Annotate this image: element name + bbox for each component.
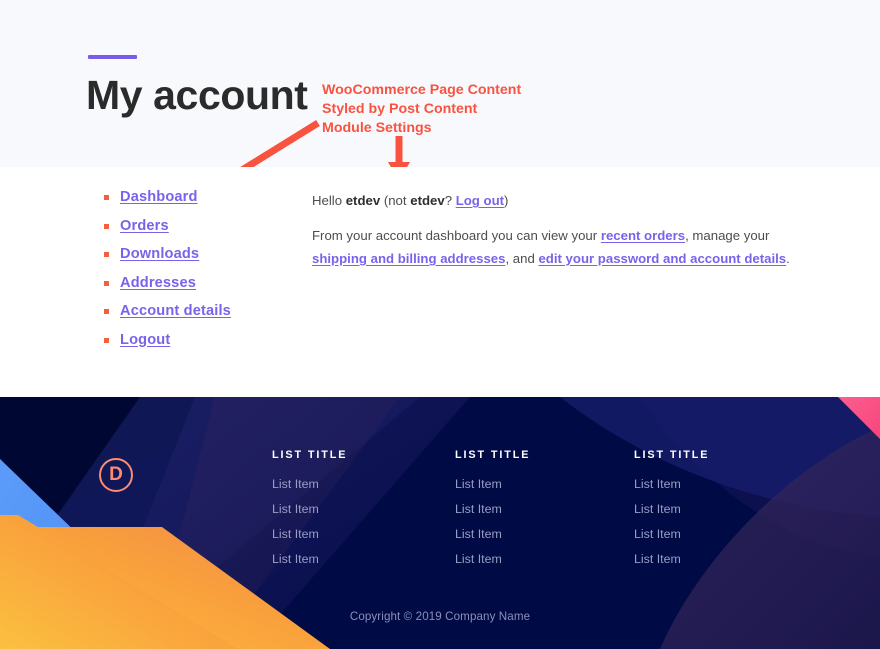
dashboard-description-paragraph: From your account dashboard you can view… [312, 224, 812, 270]
list-item: List Item [272, 525, 442, 543]
site-footer: D LIST TITLE List Item List Item List It… [0, 397, 880, 649]
list-item: Downloads [102, 246, 302, 262]
sidebar-item-downloads[interactable]: Downloads [120, 246, 199, 262]
footer-link[interactable]: List Item [455, 477, 502, 491]
account-nav-list: Dashboard Orders Downloads Addresses Acc… [102, 189, 302, 360]
greeting-username: etdev [345, 193, 381, 208]
dashboard-text-part3: , and [505, 251, 539, 266]
list-item: Orders [102, 218, 302, 234]
list-item: Account details [102, 303, 302, 319]
sidebar-item-orders[interactable]: Orders [120, 218, 169, 234]
list-item: List Item [272, 550, 442, 568]
page-title: My account [86, 72, 308, 118]
footer-link[interactable]: List Item [272, 527, 319, 541]
list-item: List Item [455, 500, 625, 518]
sidebar-item-logout[interactable]: Logout [120, 332, 170, 348]
greeting-paragraph: Hello etdev (not etdev? Log out) [312, 189, 812, 212]
footer-link[interactable]: List Item [634, 552, 681, 566]
list-item: List Item [455, 550, 625, 568]
shipping-billing-addresses-link[interactable]: shipping and billing addresses [312, 251, 505, 266]
footer-column-title: LIST TITLE [455, 449, 531, 461]
list-item: List Item [455, 525, 625, 543]
greeting-not-open: (not [380, 193, 411, 208]
list-item: List Item [272, 475, 442, 493]
dashboard-text-part2: , manage your [685, 228, 770, 243]
edit-password-account-details-link[interactable]: edit your password and account details [538, 251, 786, 266]
annotation-callout-text: WooCommerce Page Content Styled by Post … [322, 81, 521, 138]
greeting-username-alt: etdev [410, 193, 445, 208]
annotation-line-2: Styled by Post Content [322, 101, 478, 117]
list-item: List Item [634, 475, 804, 493]
list-item: Dashboard [102, 189, 302, 205]
footer-link-list: List Item List Item List Item List Item [272, 475, 442, 568]
footer-link[interactable]: List Item [634, 527, 681, 541]
dashboard-text-part1: From your account dashboard you can view… [312, 228, 601, 243]
divi-logo-icon[interactable]: D [99, 458, 133, 492]
sidebar-item-addresses[interactable]: Addresses [120, 275, 196, 291]
recent-orders-link[interactable]: recent orders [601, 228, 685, 243]
list-item: List Item [272, 500, 442, 518]
annotation-line-3: Module Settings [322, 120, 432, 136]
list-item: List Item [634, 500, 804, 518]
list-item: List Item [634, 550, 804, 568]
dashboard-text-part4: . [786, 251, 790, 266]
title-divider-rule [88, 55, 137, 59]
footer-copyright: Copyright © 2019 Company Name [349, 610, 531, 623]
list-item: Addresses [102, 275, 302, 291]
footer-link[interactable]: List Item [455, 502, 502, 516]
annotation-line-1: WooCommerce Page Content [322, 82, 522, 98]
footer-link[interactable]: List Item [455, 552, 502, 566]
list-item: List Item [634, 525, 804, 543]
list-item: List Item [455, 475, 625, 493]
greeting-question: ? [444, 193, 456, 208]
footer-column-title: LIST TITLE [272, 449, 348, 461]
sidebar-item-dashboard[interactable]: Dashboard [120, 189, 198, 205]
footer-content: D LIST TITLE List Item List Item List It… [0, 397, 880, 649]
page-root: My account WooCommerce Page Content Styl… [0, 0, 880, 649]
log-out-link[interactable]: Log out [456, 193, 504, 208]
list-item: Logout [102, 332, 302, 348]
footer-link[interactable]: List Item [634, 502, 681, 516]
greeting-hello: Hello [312, 193, 346, 208]
footer-link[interactable]: List Item [272, 477, 319, 491]
footer-link[interactable]: List Item [634, 477, 681, 491]
footer-link[interactable]: List Item [272, 552, 319, 566]
footer-column-title: LIST TITLE [634, 449, 710, 461]
account-dashboard-body: Hello etdev (not etdev? Log out) From yo… [312, 189, 812, 270]
footer-link-list: List Item List Item List Item List Item [634, 475, 804, 568]
main-content: Dashboard Orders Downloads Addresses Acc… [0, 167, 880, 397]
greeting-close-paren: ) [504, 193, 509, 208]
footer-link[interactable]: List Item [455, 527, 502, 541]
footer-column-3: LIST TITLE List Item List Item List Item… [634, 449, 804, 575]
footer-link[interactable]: List Item [272, 502, 319, 516]
footer-column-1: LIST TITLE List Item List Item List Item… [272, 449, 442, 575]
footer-link-list: List Item List Item List Item List Item [455, 475, 625, 568]
footer-column-2: LIST TITLE List Item List Item List Item… [455, 449, 625, 575]
sidebar-item-account-details[interactable]: Account details [120, 303, 231, 319]
